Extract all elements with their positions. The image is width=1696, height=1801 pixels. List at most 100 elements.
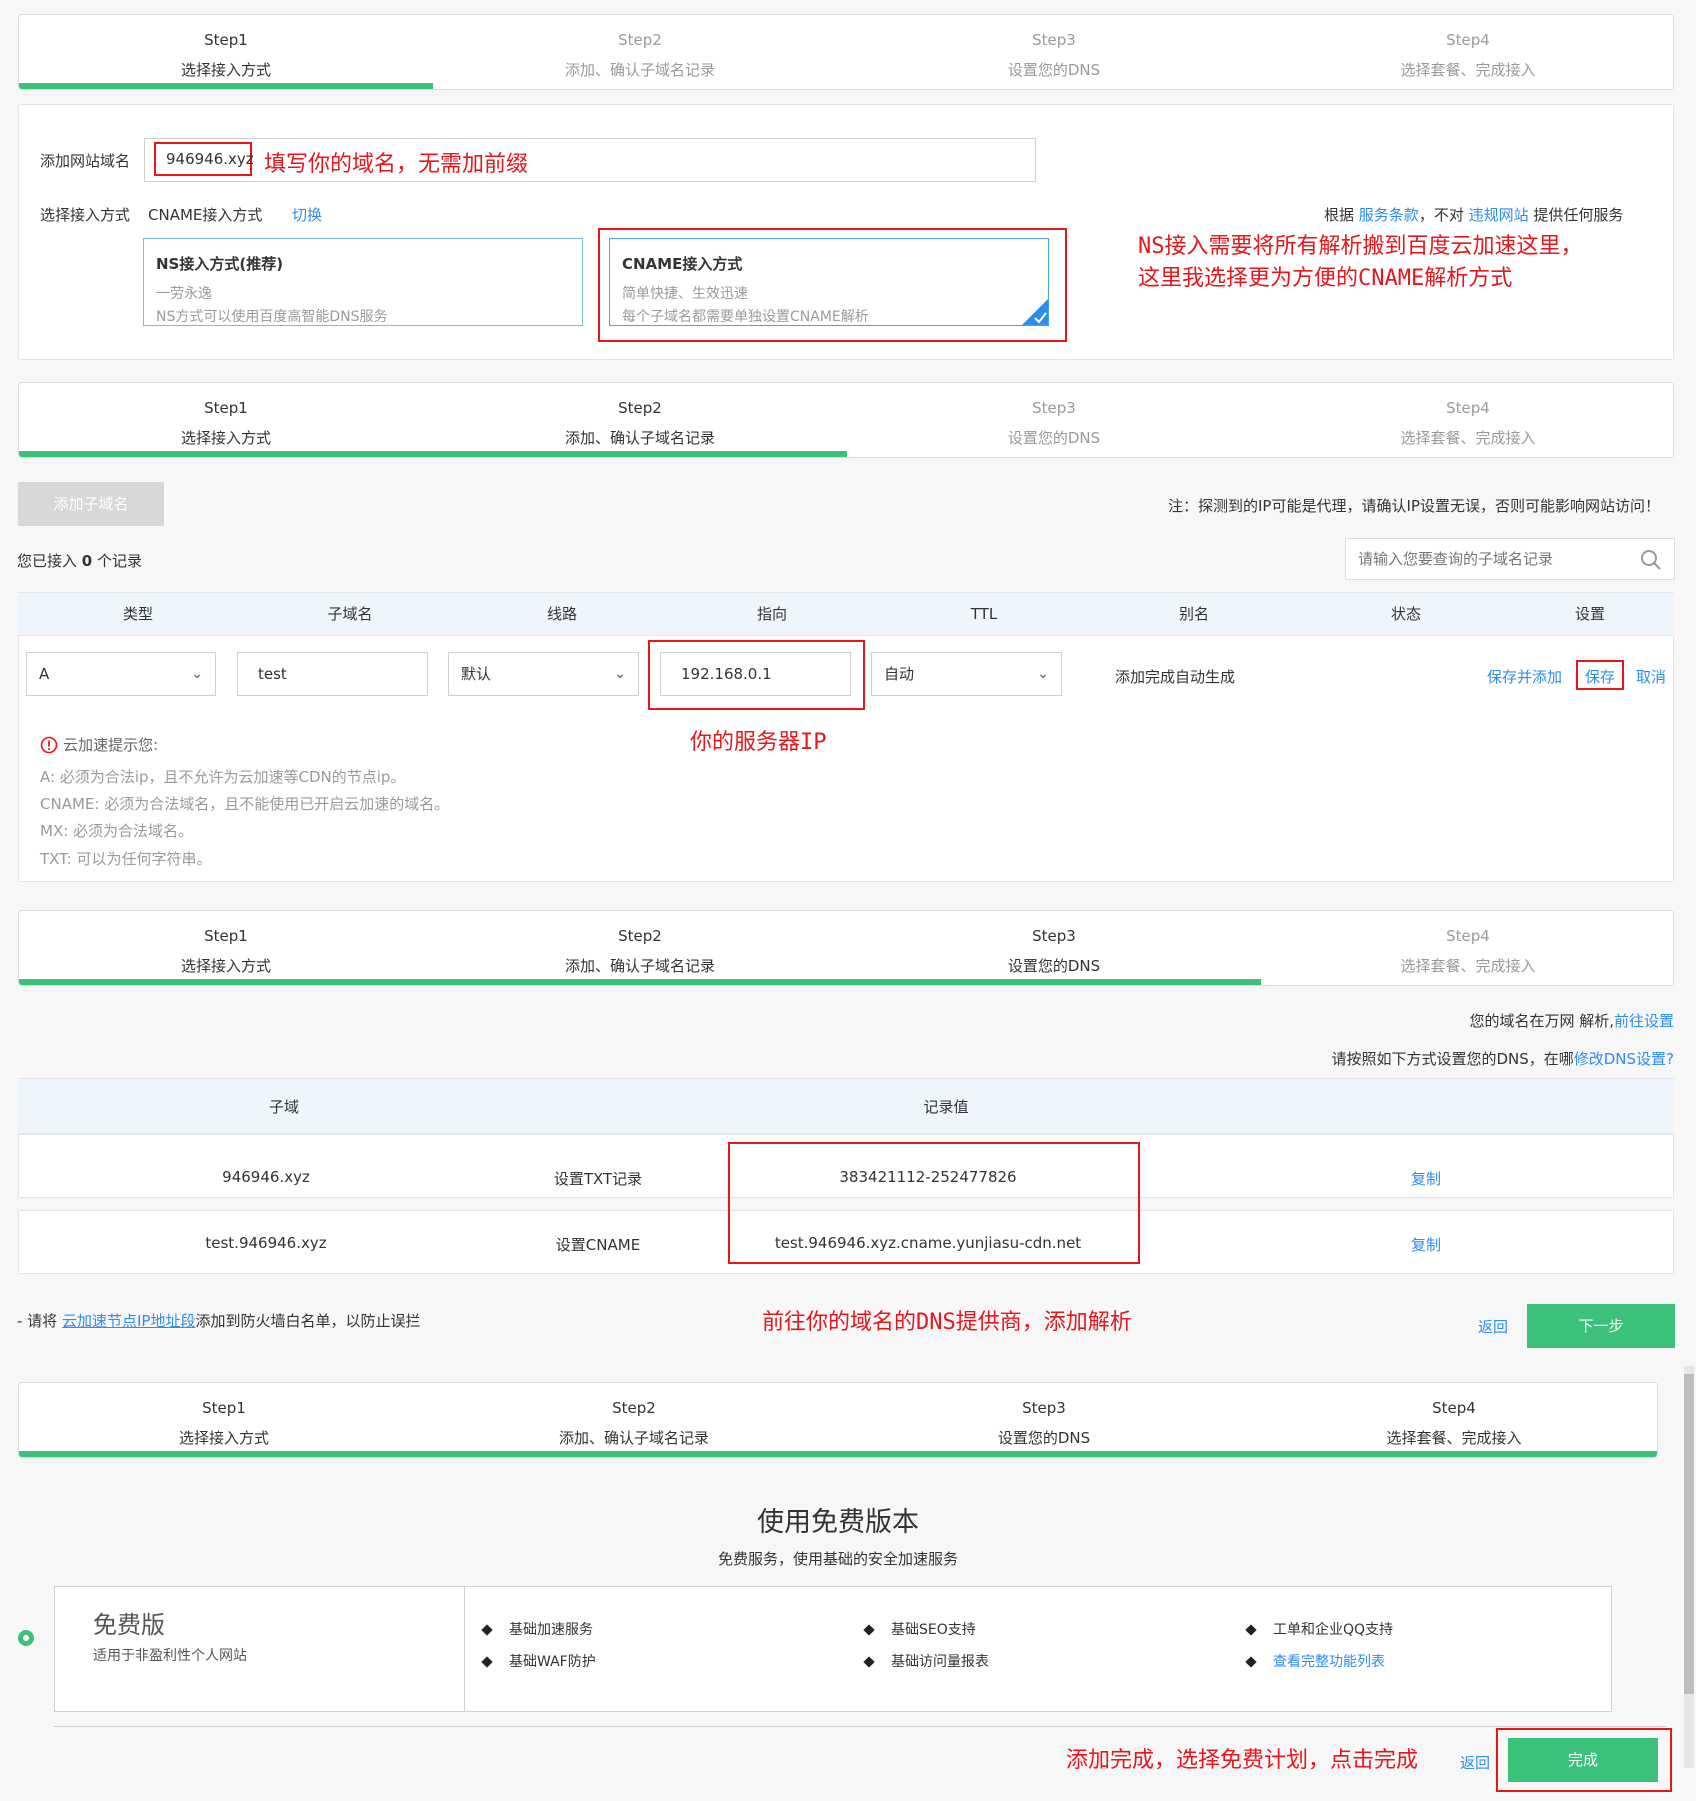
- tip-mx: MX: 必须为合法域名。: [40, 822, 194, 840]
- subdomain-value: test: [258, 665, 287, 683]
- node-ip-link[interactable]: 云加速节点IP地址段: [62, 1312, 195, 1330]
- dns-pre: 您的域名在万网 解析,: [1469, 1012, 1614, 1030]
- feature-label: 基础SEO支持: [891, 1622, 976, 1638]
- proxy-warning: 注：探测到的IP可能是代理，请确认IP设置无误，否则可能影响网站访问！: [1168, 497, 1660, 515]
- scrollbar[interactable]: [1684, 1366, 1694, 1768]
- feature-label: 工单和企业QQ支持: [1273, 1622, 1394, 1638]
- progress-bar: [19, 979, 1261, 985]
- full-features-link[interactable]: 查看完整功能列表: [1273, 1654, 1385, 1670]
- step-number: Step3: [1032, 31, 1076, 49]
- tip-a: A: 必须为合法ip，且不允许为云加速等CDN的节点ip。: [40, 768, 406, 786]
- add-subdomain-button[interactable]: 添加子域名: [18, 482, 164, 526]
- cname-card-line2: 每个子域名都需要单独设置CNAME解析: [622, 309, 869, 325]
- diamond-icon: [863, 1624, 875, 1636]
- save-and-add-link[interactable]: 保存并添加: [1487, 666, 1562, 687]
- progress-bar: [19, 451, 847, 457]
- step-label: 添加、确认子域名记录: [564, 429, 715, 447]
- step-label: 选择套餐、完成接入: [1400, 61, 1536, 79]
- method-value: CNAME接入方式: [148, 206, 263, 224]
- count-value: 0: [81, 552, 93, 570]
- feature-basic-accel: 基础加速服务: [481, 1619, 593, 1639]
- dns-annotation: 前往你的域名的DNS提供商，添加解析: [762, 1310, 1132, 1335]
- step-label: 选择接入方式: [180, 957, 271, 975]
- save-link[interactable]: 保存: [1585, 666, 1615, 687]
- ttl-select[interactable]: 自动 ⌄: [871, 652, 1062, 696]
- step-number: Step1: [202, 1399, 246, 1417]
- plan-radio[interactable]: [18, 1630, 34, 1646]
- diamond-icon: [1245, 1624, 1257, 1636]
- feature-report: 基础访问量报表: [863, 1651, 989, 1671]
- dns-table-header: 子域 记录值: [18, 1078, 1674, 1134]
- step-label: 选择套餐、完成接入: [1400, 429, 1536, 447]
- search-icon[interactable]: [1640, 549, 1662, 571]
- dns-row-1-op: 设置TXT记录: [553, 1170, 643, 1188]
- step-number: Step1: [204, 31, 248, 49]
- stepbar-4: Step1 选择接入方式 Step2 添加、确认子域名记录 Step3 设置您的DNS…: [18, 1382, 1658, 1458]
- target-input[interactable]: 192.168.0.1: [660, 652, 851, 696]
- progress-bar: [19, 83, 433, 89]
- finish-back-link[interactable]: 返回: [1460, 1752, 1490, 1773]
- diamond-icon: [863, 1656, 875, 1668]
- step-4: Step4 选择套餐、完成接入: [1249, 1393, 1657, 1453]
- subdomain-input[interactable]: test: [237, 652, 428, 696]
- cname-card[interactable]: CNAME接入方式 简单快捷、生效迅速 每个子域名都需要单独设置CNAME解析: [609, 238, 1049, 326]
- cancel-link[interactable]: 取消: [1636, 666, 1666, 687]
- terms-link[interactable]: 服务条款: [1359, 206, 1419, 224]
- diamond-icon: [1245, 1656, 1257, 1668]
- scrollbar-thumb[interactable]: [1684, 1374, 1694, 1694]
- ns-card[interactable]: NS接入方式(推荐) 一劳永逸 NS方式可以使用百度高智能DNS服务: [143, 238, 583, 326]
- dns-row-2-copy[interactable]: 复制: [1386, 1234, 1466, 1255]
- ns-card-title: NS接入方式(推荐): [156, 255, 284, 273]
- step-number: Step4: [1446, 927, 1490, 945]
- step-3: Step3 设置您的DNS: [847, 25, 1261, 85]
- back-link[interactable]: 返回: [1478, 1316, 1508, 1337]
- alert-circle-icon: [40, 736, 58, 753]
- subdomain-search[interactable]: [1345, 538, 1675, 580]
- step-number: Step3: [1022, 1399, 1066, 1417]
- illegal-link[interactable]: 违规网站: [1469, 206, 1529, 224]
- next-step-button[interactable]: 下一步: [1527, 1304, 1675, 1348]
- type-value: A: [39, 665, 50, 683]
- step-2: Step2 添加、确认子域名记录: [433, 25, 847, 85]
- line-select[interactable]: 默认 ⌄: [448, 652, 639, 696]
- step-number: Step1: [204, 927, 248, 945]
- terms-pre: 根据: [1324, 206, 1355, 224]
- step-number: Step4: [1446, 399, 1490, 417]
- step-label: 设置您的DNS: [997, 1429, 1091, 1447]
- check-corner-icon: [1022, 299, 1048, 325]
- ip-annotation: 你的服务器IP: [690, 730, 827, 755]
- tips-title: 云加速提示您:: [63, 736, 159, 754]
- search-input[interactable]: [1346, 539, 1626, 579]
- chevron-down-icon: ⌄: [1037, 666, 1049, 682]
- step-label: 选择接入方式: [180, 61, 271, 79]
- firewall-post: 添加到防火墙白名单，以防止误拦: [195, 1312, 421, 1330]
- step-1: Step1 选择接入方式: [19, 25, 433, 85]
- step-4: Step4 选择套餐、完成接入: [1261, 25, 1673, 85]
- col-line: 线路: [546, 605, 577, 623]
- modify-dns-link[interactable]: 修改DNS设置?: [1574, 1050, 1674, 1068]
- goto-settings-link[interactable]: 前往设置: [1614, 1012, 1674, 1030]
- finish-button[interactable]: 完成: [1508, 1738, 1658, 1782]
- step-2: Step2 添加、确认子域名记录: [433, 921, 847, 981]
- radio-dot: [23, 1635, 29, 1641]
- step-label: 添加、确认子域名记录: [564, 957, 715, 975]
- switch-link[interactable]: 切换: [292, 204, 322, 225]
- feature-ticket: 工单和企业QQ支持: [1245, 1619, 1394, 1639]
- step-4: Step4 选择套餐、完成接入: [1261, 921, 1673, 981]
- step-label: 选择套餐、完成接入: [1400, 957, 1536, 975]
- domain-label: 添加网站域名: [40, 152, 131, 170]
- line-value: 默认: [461, 665, 492, 683]
- terms-text: 根据 服务条款，不对 违规网站 提供任何服务: [1324, 204, 1623, 225]
- type-select[interactable]: A ⌄: [26, 652, 216, 696]
- step-label: 添加、确认子域名记录: [564, 61, 715, 79]
- dns-row-1-copy[interactable]: 复制: [1386, 1168, 1466, 1189]
- step-label: 设置您的DNS: [1007, 61, 1101, 79]
- domain-annotation: 填写你的域名，无需加前缀: [264, 152, 529, 177]
- plan-name: 免费版: [93, 1611, 165, 1639]
- method-label: 选择接入方式: [40, 206, 131, 224]
- feature-full-list[interactable]: 查看完整功能列表: [1245, 1651, 1385, 1671]
- step-label: 添加、确认子域名记录: [558, 1429, 709, 1447]
- dns-row-2-sub: test.946946.xyz: [205, 1234, 327, 1252]
- cname-card-title: CNAME接入方式: [622, 255, 743, 273]
- free-plan-card[interactable]: 免费版 适用于非盈利性个人网站 基础加速服务 基础SEO支持 工单和企业QQ支持…: [54, 1586, 1612, 1712]
